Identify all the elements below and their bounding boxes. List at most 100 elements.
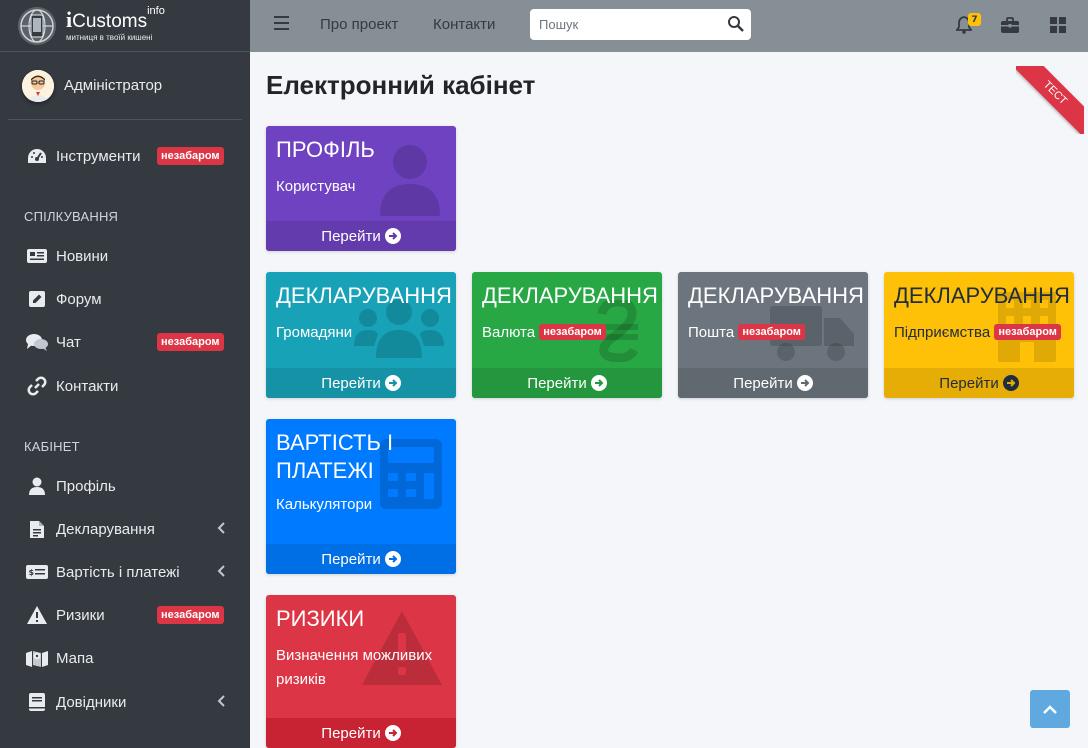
card-title: ДЕКЛАРУВАННЯ — [276, 283, 452, 308]
brand-link[interactable]: iCustomsinfo митниця в твоїй кишені — [0, 0, 250, 52]
nav-link-contacts[interactable]: Контакти — [433, 16, 495, 33]
scroll-to-top-button[interactable] — [1030, 690, 1070, 728]
sidebar-item-forum[interactable]: Форум — [0, 279, 250, 319]
arrow-circle-right-icon — [384, 551, 401, 567]
sidebar-item-label: Форум — [56, 290, 102, 308]
arrow-circle-right-icon — [384, 228, 401, 244]
card-declaring-enterprises: ДЕКЛАРУВАННЯ Підприємства незабаром Пере… — [884, 272, 1074, 398]
card-link-label: Перейти — [733, 374, 793, 392]
top-navbar: Про проект Контакти 7 — [250, 0, 1088, 52]
coming-soon-badge: незабаром — [539, 324, 606, 341]
brand-text: iCustomsinfo митниця в твоїй кишені — [66, 6, 165, 42]
sidebar-item-references[interactable]: Довідники — [0, 682, 250, 722]
search-input[interactable] — [530, 10, 710, 39]
coming-soon-badge: незабаром — [994, 324, 1061, 341]
sidebar-item-contacts[interactable]: Контакти — [0, 366, 250, 406]
card-profile: ПРОФІЛЬ Користувач Перейти — [266, 126, 456, 251]
search-icon[interactable] — [727, 15, 745, 33]
card-subtitle: Валюта — [482, 324, 536, 341]
card-subtitle: Підприємства — [894, 324, 991, 341]
sidebar-item-news[interactable]: Новини — [0, 236, 250, 276]
sidebar: iCustomsinfo митниця в твоїй кишені Адмі… — [0, 0, 250, 748]
sidebar-item-label: Контакти — [56, 377, 119, 395]
sidebar-item-label: Чат — [56, 333, 81, 351]
menu-toggle-icon[interactable] — [274, 16, 289, 30]
card-payments: ВАРТІСТЬ І ПЛАТЕЖІ Калькулятори Перейти — [266, 419, 456, 574]
brand-logo — [18, 6, 56, 45]
card-subtitle: Користувач — [276, 178, 356, 195]
page-title: Електронний кабінет — [266, 70, 536, 100]
sidebar-item-label: Інструменти — [56, 147, 141, 165]
sidebar-item-payments[interactable]: $ Вартість і платежі — [0, 552, 250, 592]
link-icon — [26, 376, 48, 396]
test-ribbon: ТЕСТ — [1016, 66, 1084, 134]
nav-header-communication: СПІЛКУВАННЯ — [24, 209, 119, 224]
chevron-left-icon — [217, 521, 225, 537]
sidebar-item-label: Довідники — [56, 693, 127, 711]
coming-soon-badge: незабаром — [157, 606, 224, 624]
card-footer-link[interactable]: Перейти — [884, 368, 1074, 398]
coming-soon-badge: незабаром — [157, 333, 224, 351]
card-title: РИЗИКИ — [276, 606, 365, 631]
comments-icon — [26, 332, 48, 352]
chevron-up-icon — [1043, 700, 1057, 719]
coming-soon-badge: незабаром — [157, 147, 224, 165]
warning-icon — [26, 605, 48, 625]
card-link-label: Перейти — [321, 550, 381, 568]
card-link-label: Перейти — [321, 227, 381, 245]
search-form — [530, 9, 751, 40]
file-icon — [26, 519, 48, 539]
grid-icon[interactable] — [1047, 14, 1069, 36]
card-link-label: Перейти — [321, 374, 381, 392]
arrow-circle-right-icon — [1002, 375, 1019, 391]
card-subtitle: Калькулятори — [276, 496, 373, 513]
card-title: ДЕКЛАРУВАННЯ — [482, 283, 658, 308]
card-link-label: Перейти — [939, 374, 999, 392]
nav-link-about[interactable]: Про проект — [320, 16, 398, 33]
edit-icon — [26, 289, 48, 309]
card-footer-link[interactable]: Перейти — [266, 368, 456, 398]
card-title: ПРОФІЛЬ — [276, 137, 375, 162]
card-title: ДЕКЛАРУВАННЯ — [688, 283, 864, 308]
card-footer-link[interactable]: Перейти — [266, 544, 456, 574]
card-title: ДЕКЛАРУВАННЯ — [894, 283, 1070, 308]
brand-tagline: митниця в твоїй кишені — [66, 33, 153, 42]
sidebar-item-label: Профіль — [56, 477, 116, 495]
book-icon — [26, 692, 48, 712]
arrow-circle-right-icon — [796, 375, 813, 391]
card-footer-link[interactable]: Перейти — [472, 368, 662, 398]
card-declaring-currency: ДЕКЛАРУВАННЯ Валюта незабаром Перейти — [472, 272, 662, 398]
sidebar-item-map[interactable]: Мапа — [0, 638, 250, 678]
card-link-label: Перейти — [527, 374, 587, 392]
card-risks: РИЗИКИ Визначення можливих ризиків Перей… — [266, 595, 456, 748]
sidebar-item-tools[interactable]: Інструменти незабаром — [0, 136, 250, 176]
svg-text:$: $ — [29, 568, 35, 577]
arrow-circle-right-icon — [590, 375, 607, 391]
briefcase-icon[interactable] — [999, 14, 1021, 36]
coming-soon-badge: незабаром — [738, 324, 805, 341]
sidebar-item-chat[interactable]: Чат незабаром — [0, 322, 250, 362]
card-title-line-1: ВАРТІСТЬ І — [276, 430, 394, 455]
card-footer-link[interactable]: Перейти — [266, 221, 456, 251]
nav-header-cabinet: КАБІНЕТ — [24, 439, 80, 454]
card-title-line-2: ПЛАТЕЖІ — [276, 458, 374, 483]
newspaper-icon — [26, 246, 48, 266]
card-footer-link[interactable]: Перейти — [266, 718, 456, 748]
card-footer-link[interactable]: Перейти — [678, 368, 868, 398]
money-check-icon: $ — [26, 562, 48, 582]
brand-name: Customs — [72, 11, 148, 32]
card-link-label: Перейти — [321, 724, 381, 742]
sidebar-item-label: Мапа — [56, 649, 94, 667]
sidebar-item-label: Декларування — [56, 520, 155, 538]
card-declaring-citizens: ДЕКЛАРУВАННЯ Громадяни Перейти — [266, 272, 456, 398]
sidebar-item-risks[interactable]: Ризики незабаром — [0, 595, 250, 635]
sidebar-item-declaring[interactable]: Декларування — [0, 509, 250, 549]
chevron-left-icon — [217, 564, 225, 580]
user-name: Адміністратор — [64, 77, 163, 94]
sidebar-item-profile[interactable]: Профіль — [0, 466, 250, 506]
map-icon — [26, 648, 48, 668]
card-subtitle: Пошта — [688, 324, 735, 341]
user-panel[interactable]: Адміністратор — [8, 52, 242, 120]
arrow-circle-right-icon — [384, 725, 401, 741]
card-subtitle: Визначення можливих ризиків — [276, 647, 433, 688]
